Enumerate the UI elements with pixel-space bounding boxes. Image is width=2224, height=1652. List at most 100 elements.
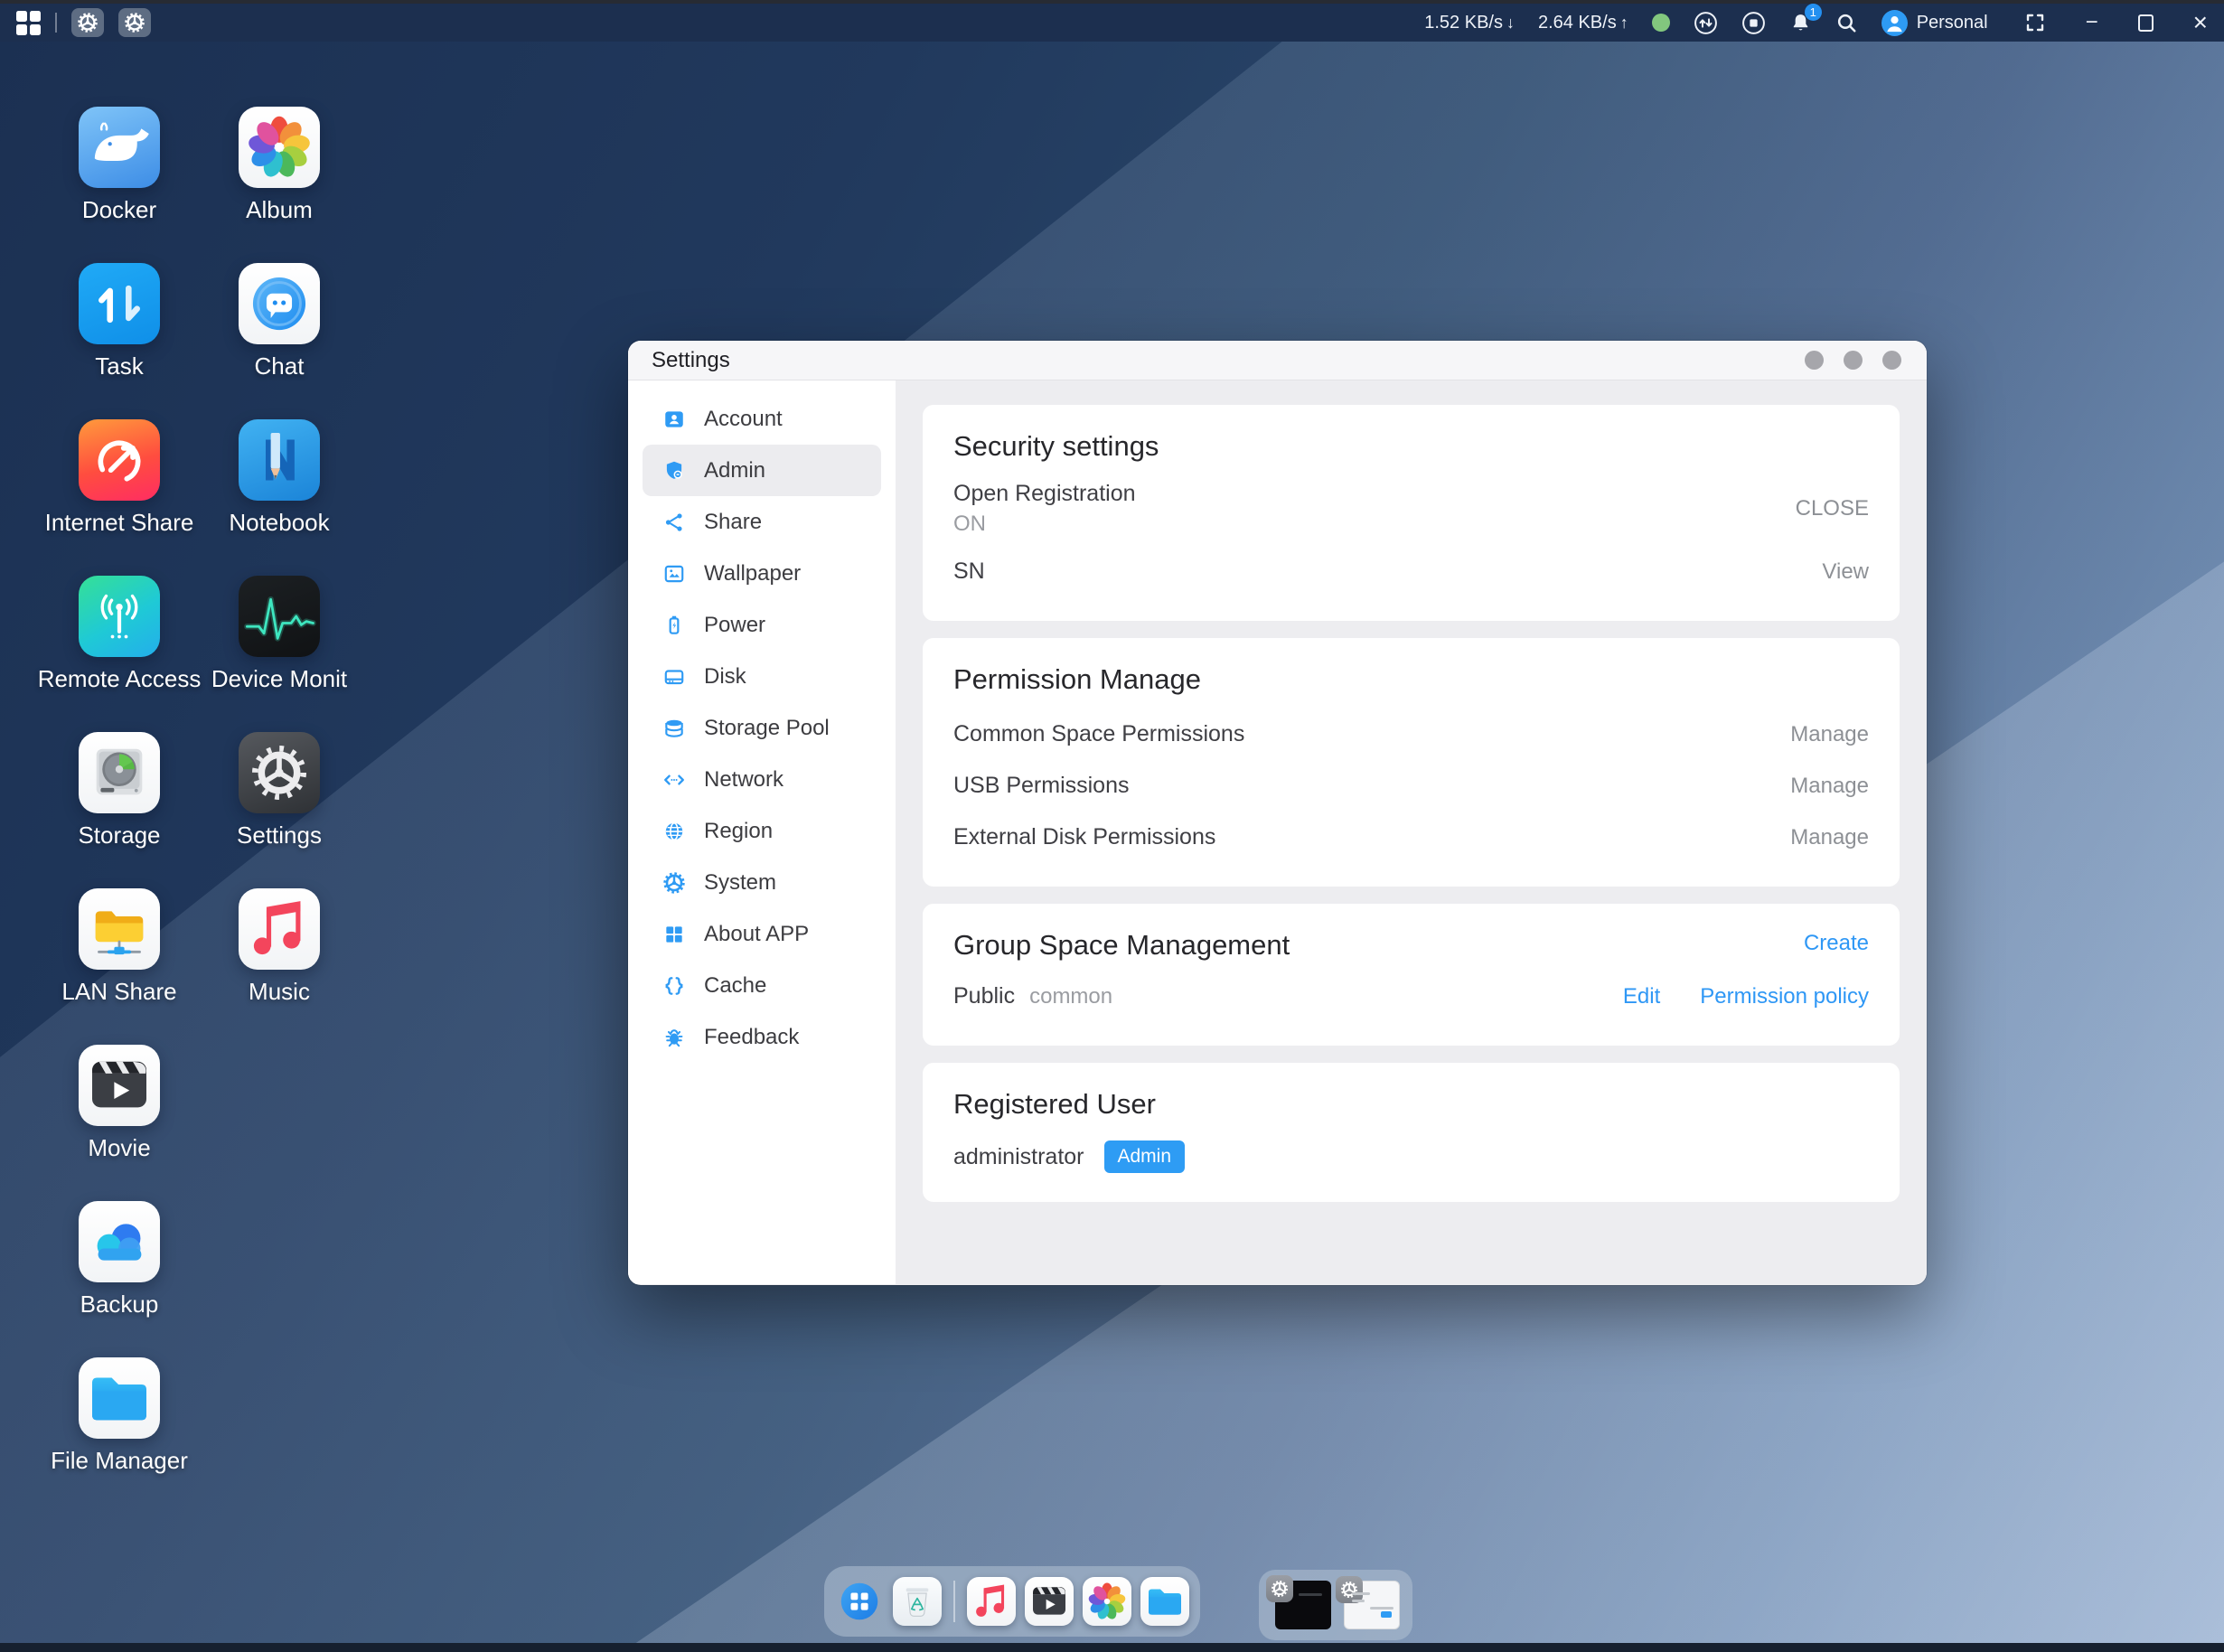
sidebar-item-system[interactable]: System [643, 857, 881, 908]
sidebar-item-cache[interactable]: Cache [643, 960, 881, 1011]
dock-file-manager-icon[interactable] [1140, 1577, 1189, 1626]
window-title: Settings [652, 348, 730, 373]
close-action[interactable]: CLOSE [1796, 496, 1869, 521]
sidebar-item-power[interactable]: Power [643, 599, 881, 651]
desktop-icon-chat[interactable]: Chat [200, 263, 359, 419]
desktop-icon-docker[interactable]: Docker [40, 107, 199, 263]
edit-button[interactable]: Edit [1623, 984, 1660, 1009]
sidebar-item-region[interactable]: Region [643, 805, 881, 857]
network-download-speed: 1.52 KB/s↓ [1424, 13, 1515, 33]
sidebar-label: About APP [704, 922, 809, 947]
row-value: ON [953, 512, 1136, 537]
sidebar-item-feedback[interactable]: Feedback [643, 1011, 881, 1063]
about-app-icon [662, 923, 686, 946]
manage-action[interactable]: Manage [1790, 774, 1869, 799]
desktop-icon-notebook[interactable]: Notebook [200, 419, 359, 576]
maximize-icon[interactable] [2138, 14, 2154, 32]
desktop-icon-task[interactable]: Task [40, 263, 199, 419]
sidebar-item-storage-pool[interactable]: Storage Pool [643, 702, 881, 754]
app-label: Remote Access [38, 665, 202, 693]
desktop-icon-music[interactable]: Music [200, 888, 359, 1045]
user-menu[interactable]: Personal [1881, 10, 1988, 36]
wallpaper-icon [662, 562, 686, 586]
window-titlebar[interactable]: Settings [628, 341, 1927, 380]
backup-app-icon [79, 1201, 160, 1282]
desktop-icon-settings[interactable]: Settings [200, 732, 359, 888]
search-icon[interactable] [1835, 12, 1858, 34]
settings-app-icon [239, 732, 320, 813]
close-icon[interactable]: × [2193, 10, 2208, 35]
manage-action[interactable]: Manage [1790, 825, 1869, 850]
feedback-bug-icon [662, 1026, 686, 1049]
usb-permissions-row: USB Permissions Manage [953, 760, 1869, 812]
taskbar-app-settings-2[interactable] [118, 8, 151, 37]
create-button[interactable]: Create [1804, 931, 1869, 956]
manage-action[interactable]: Manage [1790, 722, 1869, 747]
window-minimize-dot[interactable] [1805, 351, 1824, 370]
sidebar-item-wallpaper[interactable]: Wallpaper [643, 548, 881, 599]
desktop-icon-storage[interactable]: Storage [40, 732, 199, 888]
sidebar-item-about-app[interactable]: About APP [643, 908, 881, 960]
row-label: USB Permissions [953, 773, 1130, 799]
task-app-icon [79, 263, 160, 344]
app-label: Docker [82, 196, 156, 224]
view-action[interactable]: View [1822, 559, 1869, 585]
desktop-icon-file-manager[interactable]: File Manager [40, 1357, 199, 1514]
permission-policy-button[interactable]: Permission policy [1700, 984, 1869, 1009]
desktop-icon-backup[interactable]: Backup [40, 1201, 199, 1357]
sidebar-label: Wallpaper [704, 561, 801, 587]
desktop-icon-remote-access[interactable]: Remote Access [40, 576, 199, 732]
sidebar-item-share[interactable]: Share [643, 496, 881, 548]
green-status-dot[interactable] [1652, 14, 1670, 32]
region-globe-icon [662, 820, 686, 843]
sidebar-item-network[interactable]: Network [643, 754, 881, 805]
taskbar-app-settings-1[interactable] [71, 8, 104, 37]
sidebar-item-disk[interactable]: Disk [643, 651, 881, 702]
sidebar-item-account[interactable]: Account [643, 393, 881, 445]
app-launcher-icon[interactable] [835, 1577, 884, 1626]
dock-music-icon[interactable] [967, 1577, 1016, 1626]
desktop-icon-movie[interactable]: Movie [40, 1045, 199, 1201]
settings-sidebar: Account Admin Share Wallpaper [628, 380, 896, 1284]
card-title: Security settings [953, 430, 1869, 463]
dock-album-icon[interactable] [1083, 1577, 1131, 1626]
lan-share-app-icon [79, 888, 160, 970]
share-icon [662, 511, 686, 534]
desktop-icon-lan-share[interactable]: LAN Share [40, 888, 199, 1045]
sidebar-label: Share [704, 510, 762, 535]
app-grid-icon[interactable] [16, 11, 41, 35]
sidebar-label: Cache [704, 973, 766, 999]
sidebar-item-admin[interactable]: Admin [643, 445, 881, 496]
minimize-icon[interactable]: − [2086, 12, 2098, 33]
sidebar-label: Power [704, 613, 765, 638]
window-close-dot[interactable] [1882, 351, 1901, 370]
fullscreen-icon[interactable] [2024, 12, 2046, 33]
thumbnail-detail [1352, 1592, 1370, 1595]
desktop-icon-device-monit[interactable]: Device Monit [200, 576, 359, 732]
security-settings-card: Security settings Open Registration ON C… [923, 405, 1900, 621]
app-label: Notebook [229, 509, 329, 537]
app-label: Chat [255, 352, 305, 380]
registered-user-card: Registered User administrator Admin [923, 1063, 1900, 1202]
sync-icon[interactable] [1741, 11, 1766, 35]
chat-app-icon [239, 263, 320, 344]
transfer-icon[interactable] [1694, 11, 1718, 35]
trash-icon[interactable] [893, 1577, 942, 1626]
app-label: Task [95, 352, 143, 380]
desktop-icons-column-2: Album Chat Notebook [200, 107, 359, 1045]
movie-app-icon [79, 1045, 160, 1126]
desktop-icon-internet-share[interactable]: Internet Share [40, 419, 199, 576]
network-upload-speed: 2.64 KB/s↑ [1538, 13, 1628, 33]
settings-window-dark-thumbnail[interactable] [1275, 1581, 1331, 1629]
app-label: Album [246, 196, 313, 224]
bell-icon[interactable]: 1 [1789, 12, 1812, 34]
public-space-row: Public common Edit Permission policy [953, 971, 1869, 1022]
row-label: Common Space Permissions [953, 721, 1244, 747]
album-app-icon [239, 107, 320, 188]
desktop-icon-album[interactable]: Album [200, 107, 359, 263]
dock-movie-icon[interactable] [1025, 1577, 1074, 1626]
window-maximize-dot[interactable] [1844, 351, 1863, 370]
app-label: Internet Share [45, 509, 194, 537]
cache-icon [662, 974, 686, 998]
settings-window-light-thumbnail[interactable] [1344, 1581, 1400, 1629]
